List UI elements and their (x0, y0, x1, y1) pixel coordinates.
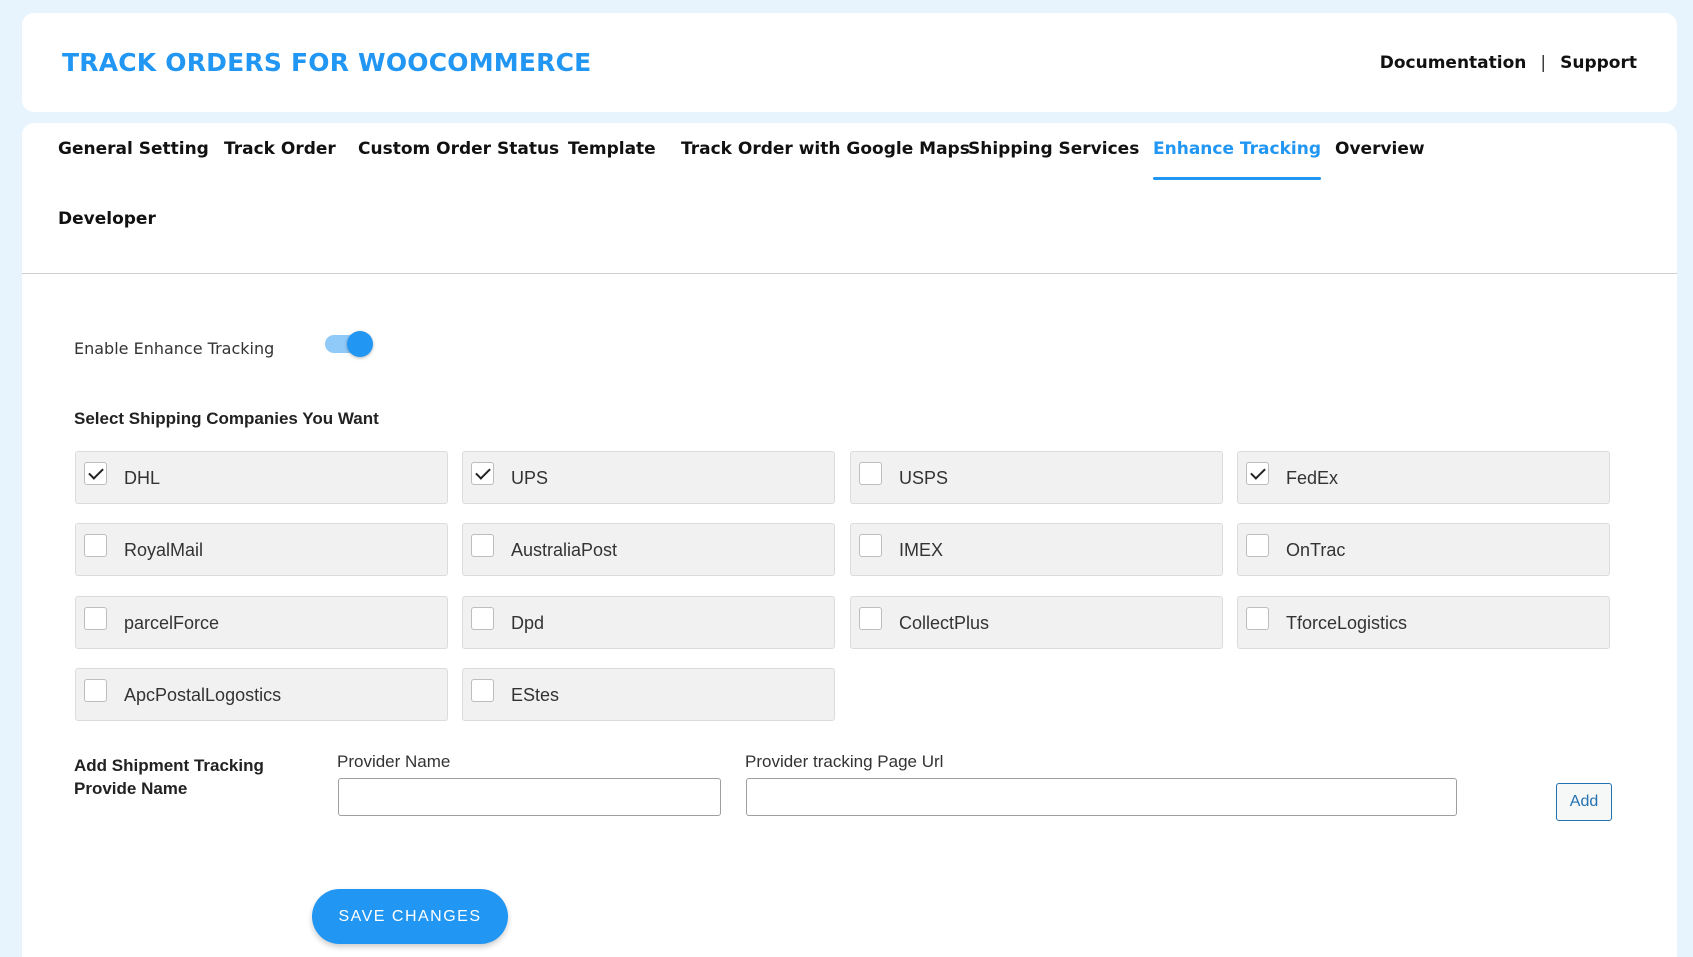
company-usps-label: USPS (899, 468, 949, 488)
tab-developer[interactable]: Developer (58, 209, 156, 229)
provider-name-input[interactable] (338, 778, 721, 816)
company-estes-checkbox[interactable] (471, 679, 494, 702)
company-imex-checkbox[interactable] (859, 534, 882, 557)
company-ontrac-label: OnTrac (1286, 540, 1346, 560)
select-companies-title: Select Shipping Companies You Want (74, 409, 379, 428)
company-tforcelogistics-checkbox[interactable] (1246, 607, 1269, 630)
company-usps[interactable]: USPS (850, 451, 1223, 504)
company-fedex-label: FedEx (1286, 468, 1339, 488)
header-card: TRACK ORDERS FOR WOOCOMMERCE Documentati… (22, 13, 1677, 112)
company-dpd-label: Dpd (511, 613, 545, 633)
company-dhl[interactable]: DHL (75, 451, 448, 504)
company-usps-checkbox[interactable] (859, 462, 882, 485)
tab-bar: General Setting Track Order Custom Order… (22, 123, 1677, 274)
company-dhl-label: DHL (124, 468, 161, 488)
company-royalmail-label: RoyalMail (124, 540, 204, 560)
page: TRACK ORDERS FOR WOOCOMMERCE Documentati… (0, 0, 1693, 957)
company-dhl-checkbox[interactable] (84, 462, 107, 485)
company-apcpostallogostics-label: ApcPostalLogostics (124, 685, 282, 705)
tab-enhance-tracking[interactable]: Enhance Tracking (1153, 139, 1321, 180)
company-apcpostallogostics-checkbox[interactable] (84, 679, 107, 702)
company-collectplus[interactable]: CollectPlus (850, 596, 1223, 649)
toggle-knob (347, 331, 373, 357)
company-apcpostallogostics[interactable]: ApcPostalLogostics (75, 668, 448, 721)
company-fedex-checkbox[interactable] (1246, 462, 1269, 485)
company-fedex[interactable]: FedEx (1237, 451, 1610, 504)
company-australiapost-label: AustraliaPost (511, 540, 618, 560)
save-changes-button[interactable]: SAVE CHANGES (312, 889, 508, 944)
tab-google-maps[interactable]: Track Order with Google Maps (681, 139, 970, 159)
tab-custom-order-status[interactable]: Custom Order Status (358, 139, 559, 159)
header-separator: | (1540, 52, 1547, 73)
provider-name-label: Provider Name (337, 752, 451, 771)
support-link[interactable]: Support (1560, 53, 1637, 73)
company-royalmail[interactable]: RoyalMail (75, 523, 448, 576)
company-ontrac[interactable]: OnTrac (1237, 523, 1610, 576)
provider-url-input[interactable] (746, 778, 1457, 816)
tab-general-setting[interactable]: General Setting (58, 139, 209, 159)
company-parcelforce-checkbox[interactable] (84, 607, 107, 630)
add-provider-button[interactable]: Add (1556, 783, 1612, 821)
company-estes-label: EStes (511, 685, 560, 705)
company-ups[interactable]: UPS (462, 451, 835, 504)
company-collectplus-label: CollectPlus (899, 613, 990, 633)
company-ups-checkbox[interactable] (471, 462, 494, 485)
company-collectplus-checkbox[interactable] (859, 607, 882, 630)
company-parcelforce[interactable]: parcelForce (75, 596, 448, 649)
company-royalmail-checkbox[interactable] (84, 534, 107, 557)
header-links: Documentation | Support (1380, 53, 1637, 73)
brand-title: TRACK ORDERS FOR WOOCOMMERCE (62, 48, 592, 77)
company-tforcelogistics-label: TforceLogistics (1286, 613, 1408, 633)
company-dpd-checkbox[interactable] (471, 607, 494, 630)
company-tforcelogistics[interactable]: TforceLogistics (1237, 596, 1610, 649)
company-dpd[interactable]: Dpd (462, 596, 835, 649)
company-australiapost[interactable]: AustraliaPost (462, 523, 835, 576)
enable-enhance-label: Enable Enhance Tracking (74, 339, 275, 358)
company-ups-label: UPS (511, 468, 549, 488)
company-imex-label: IMEX (899, 540, 944, 560)
company-estes[interactable]: EStes (462, 668, 835, 721)
company-parcelforce-label: parcelForce (124, 613, 220, 633)
company-ontrac-checkbox[interactable] (1246, 534, 1269, 557)
company-imex[interactable]: IMEX (850, 523, 1223, 576)
add-shipment-title-line1: Add Shipment Tracking (74, 756, 264, 775)
tab-overview[interactable]: Overview (1335, 139, 1425, 159)
company-australiapost-checkbox[interactable] (471, 534, 494, 557)
add-shipment-title-line2: Provide Name (74, 779, 188, 798)
tab-track-order[interactable]: Track Order (224, 139, 336, 159)
add-shipment-title: Add Shipment Tracking Provide Name (74, 754, 304, 800)
provider-url-label: Provider tracking Page Url (745, 752, 944, 771)
tab-shipping-services[interactable]: Shipping Services (968, 139, 1139, 159)
enable-enhance-toggle[interactable] (325, 331, 373, 357)
documentation-link[interactable]: Documentation (1380, 53, 1527, 73)
tab-template[interactable]: Template (568, 139, 656, 159)
